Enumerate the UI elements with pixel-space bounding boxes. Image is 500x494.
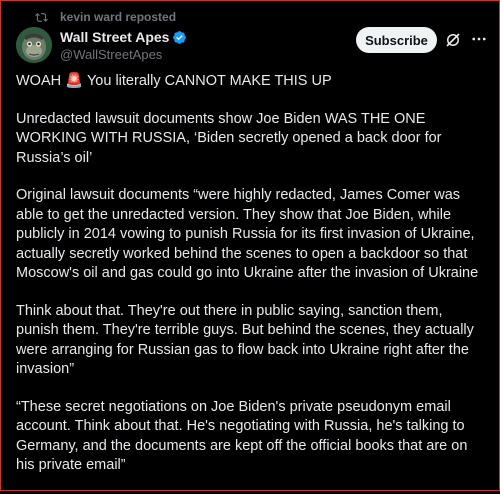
author-handle[interactable]: @WallStreetApes [60, 47, 162, 62]
subscribe-button[interactable]: Subscribe [356, 27, 437, 53]
verified-badge-icon[interactable] [172, 30, 187, 45]
grok-icon[interactable] [444, 31, 462, 49]
post-paragraph: Unredacted lawsuit documents show Joe Bi… [16, 110, 442, 166]
repost-indicator[interactable]: kevin ward reposted [35, 9, 176, 25]
more-icon[interactable] [470, 30, 488, 48]
repost-text: kevin ward reposted [60, 10, 177, 24]
post-paragraph: WOAH 🚨 You literally CANNOT MAKE THIS UP [16, 73, 332, 89]
post-paragraph: “These secret negotiations on Joe Biden'… [16, 398, 468, 474]
post-text: WOAH 🚨 You literally CANNOT MAKE THIS UP… [16, 72, 488, 494]
repost-icon [35, 12, 48, 22]
author-name-row[interactable]: Wall Street Apes [60, 29, 187, 45]
post-paragraph: Think about that. They're out there in p… [16, 302, 474, 378]
avatar[interactable] [16, 27, 52, 63]
ape-avatar-image [16, 27, 52, 63]
author-name[interactable]: Wall Street Apes [60, 29, 169, 45]
post-paragraph: Original lawsuit documents “were highly … [16, 187, 479, 281]
